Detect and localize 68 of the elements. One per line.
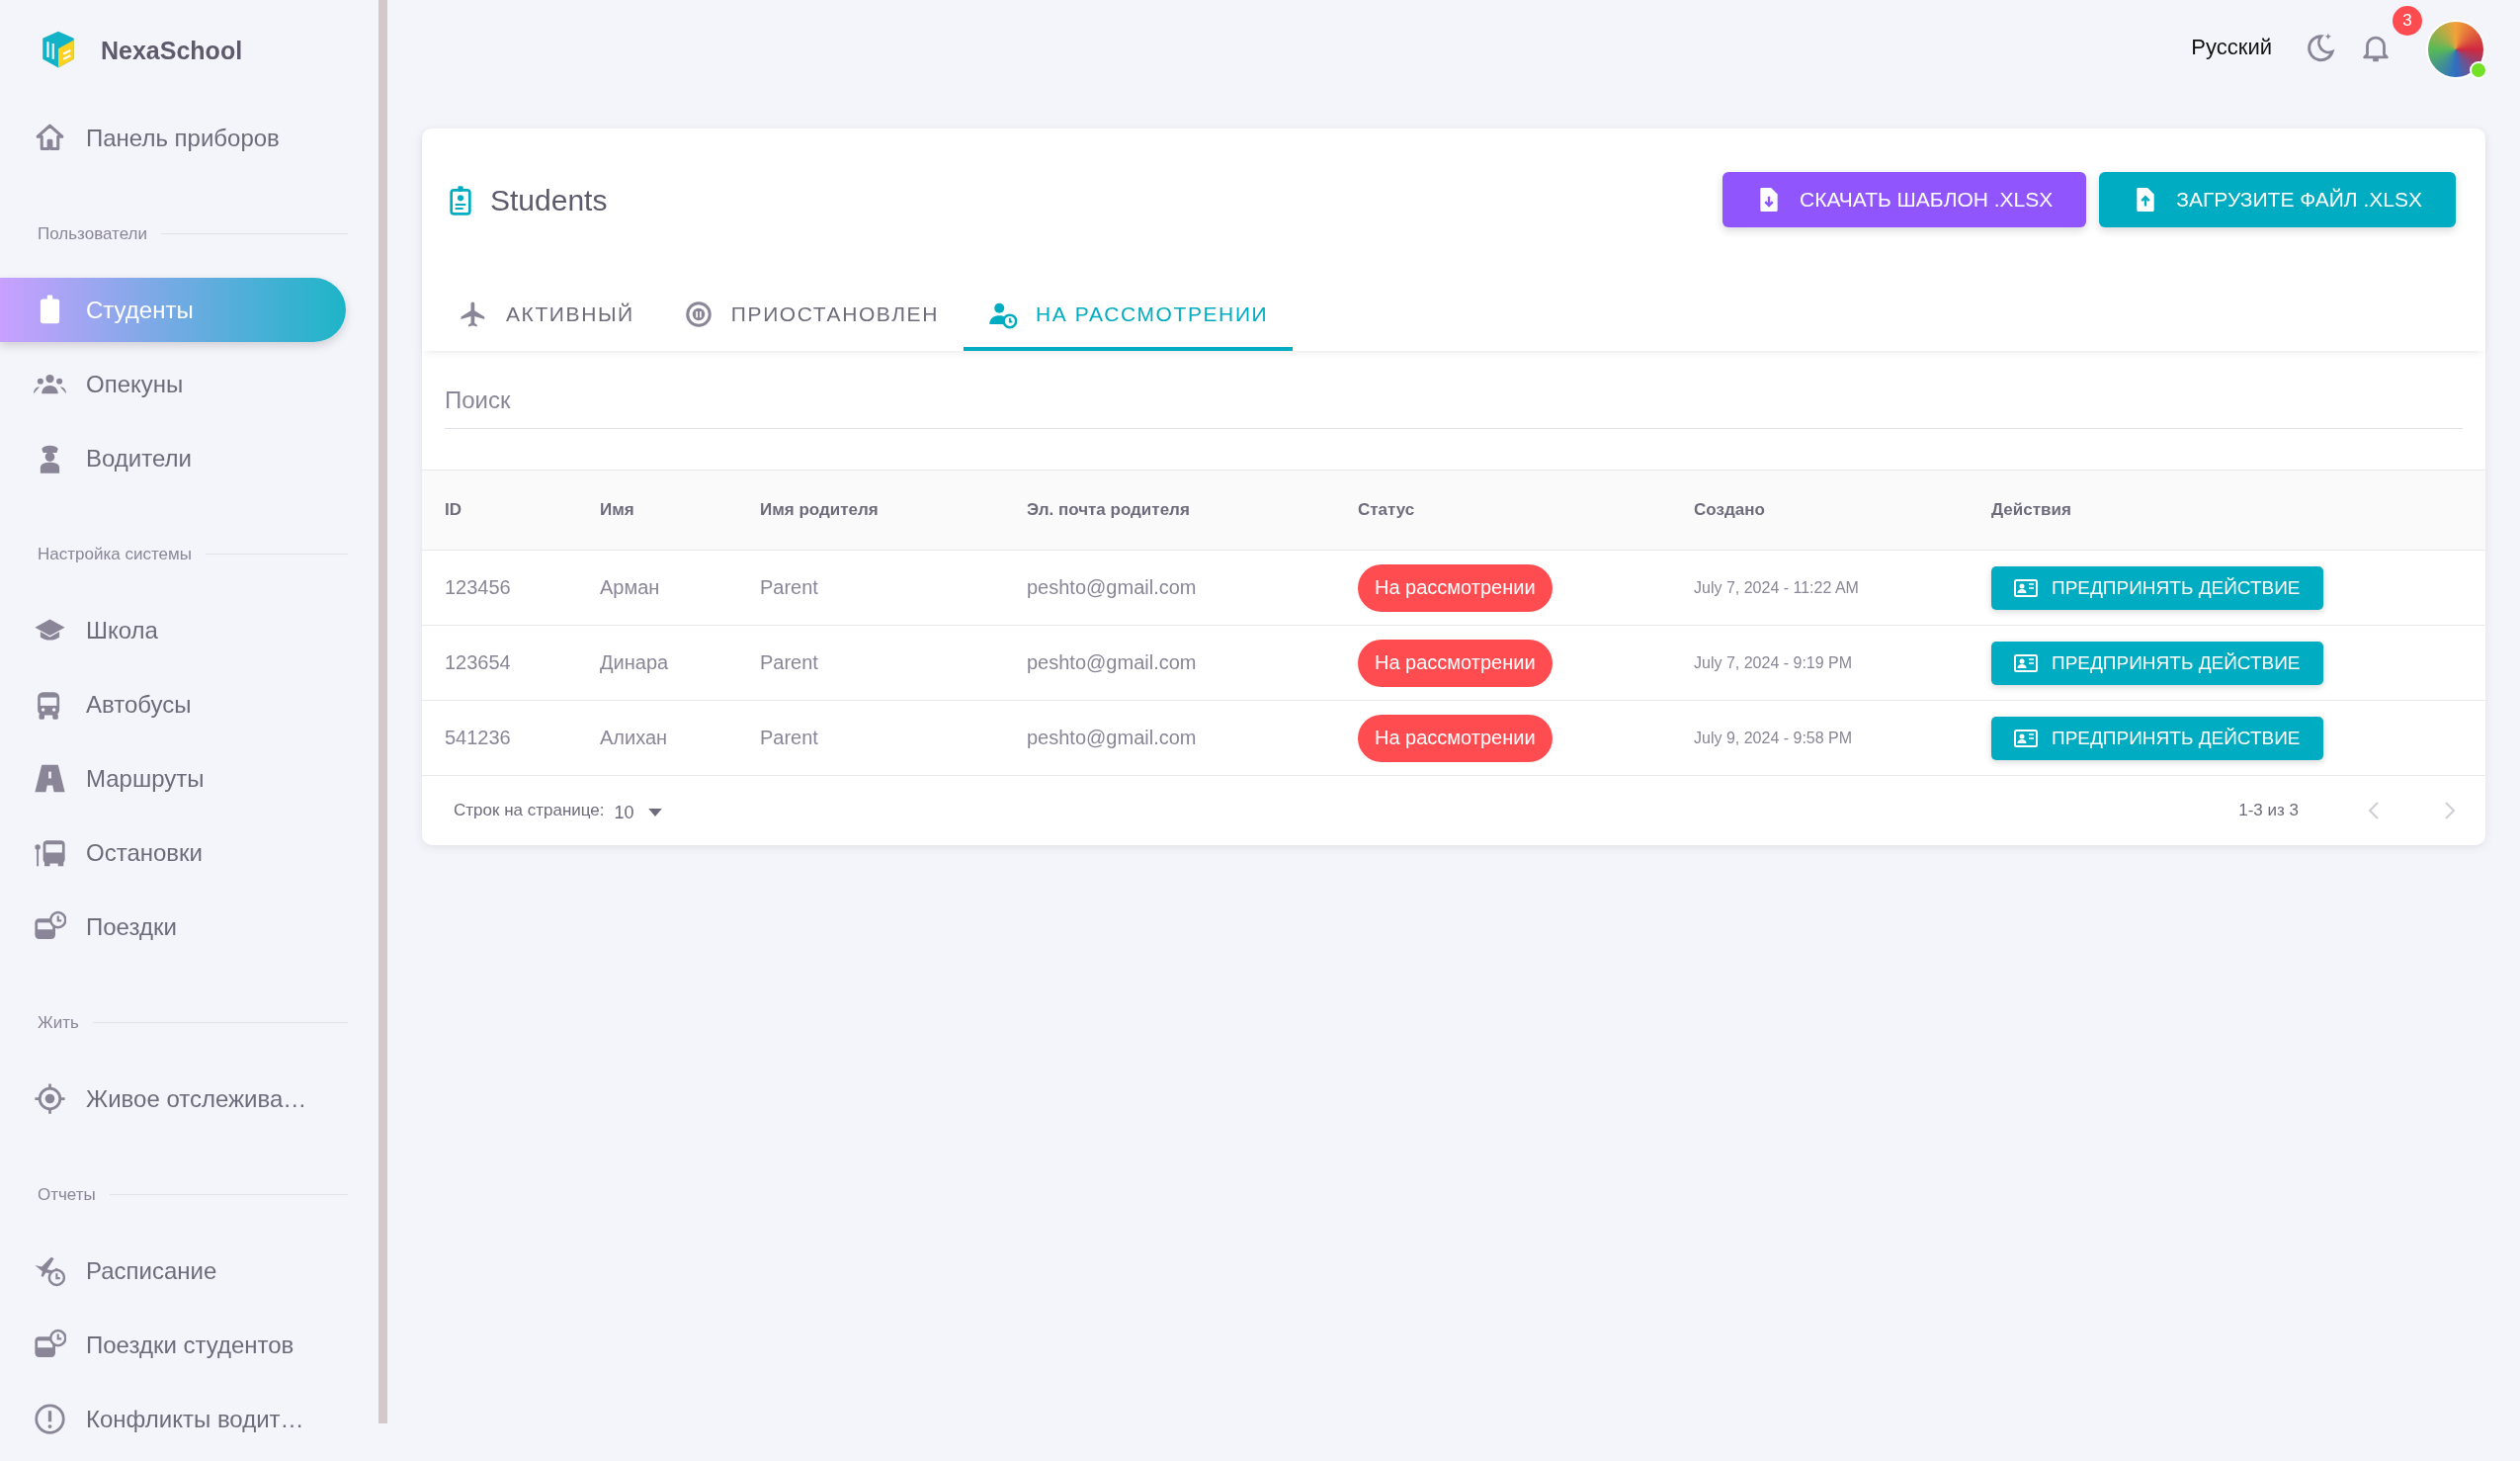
sidebar-item[interactable]: Поездки <box>0 895 346 959</box>
table-cell-text: July 7, 2024 - 9:19 PM <box>1694 653 1854 672</box>
plane-clock-icon <box>34 1254 66 1287</box>
section-label: Жить <box>38 1012 79 1033</box>
table-cell-text: 123456 <box>445 576 512 599</box>
page-title: Students <box>490 184 608 217</box>
sidebar-item[interactable]: Маршруты <box>0 746 346 811</box>
sidebar-item[interactable]: Студенты <box>0 278 346 342</box>
sidebar-item[interactable]: Живое отслежива… <box>0 1067 346 1131</box>
sidebar-scrollbar[interactable] <box>378 0 387 1423</box>
rows-per-page-select[interactable]: 10 <box>614 798 662 823</box>
column-header: Эл. почта родителя <box>1027 500 1191 520</box>
table-cell-text: peshto@gmail.com <box>1027 651 1198 674</box>
table-cell-text: July 9, 2024 - 9:58 PM <box>1694 729 1854 747</box>
column-header: Статус <box>1358 500 1416 520</box>
table-cell-text: Алихан <box>600 727 669 749</box>
table-cell-text: Parent <box>760 727 819 749</box>
rows-per-page-label: Строк на странице: <box>454 801 605 820</box>
contact-card-icon <box>2014 577 2038 598</box>
sidebar-item[interactable]: Панель приборов <box>0 106 346 170</box>
pause-circle-icon <box>683 300 714 329</box>
section-label: Отчеты <box>38 1184 96 1205</box>
column-header: Имя родителя <box>760 500 880 520</box>
language-button[interactable]: Русский <box>2191 28 2272 67</box>
tab[interactable]: ПРИОСТАНОВЛЕН <box>658 282 964 351</box>
sidebar-item[interactable]: Автобусы <box>0 672 346 736</box>
table-cell-text: 541236 <box>445 727 512 749</box>
tab[interactable]: НА РАССМОТРЕНИИ <box>964 282 1294 351</box>
column-header: Имя <box>600 500 635 520</box>
tab[interactable]: АКТИВНЫЙ <box>434 282 659 351</box>
sidebar-item[interactable]: Школа <box>0 598 346 662</box>
table-cell-text: Parent <box>760 576 819 599</box>
target-icon <box>34 1082 66 1115</box>
upload-button[interactable]: ЗАГРУЗИТЕ ФАЙЛ .XLSX <box>2099 172 2456 227</box>
online-dot <box>2470 61 2487 79</box>
sidebar-item[interactable]: Остановки <box>0 820 346 885</box>
notification-badge: 3 <box>2393 6 2422 36</box>
table-cell-text: Динара <box>600 651 670 674</box>
table-cell-text: July 7, 2024 - 11:22 AM <box>1694 578 1860 597</box>
sidebar-item[interactable]: Поездки студентов <box>0 1313 346 1377</box>
brand-name: NexaSchool <box>101 36 243 65</box>
section-label: Пользователи <box>38 223 147 244</box>
table-cell-text: peshto@gmail.com <box>1027 727 1198 749</box>
action-button[interactable]: ПРЕДПРИНЯТЬ ДЕЙСТВИЕ <box>1991 641 2323 685</box>
column-header: ID <box>445 500 462 520</box>
sidebar-item[interactable]: Расписание <box>0 1239 346 1303</box>
table-cell-text: peshto@gmail.com <box>1027 576 1198 599</box>
status-chip: На рассмотрении <box>1358 639 1553 687</box>
table-cell-text: Parent <box>760 651 819 674</box>
road-icon <box>34 762 66 795</box>
caret-icon <box>647 808 662 817</box>
status-chip: На рассмотрении <box>1358 563 1553 612</box>
download-button[interactable]: СКАЧАТЬ ШАБЛОН .XLSX <box>1722 172 2087 227</box>
table-cell-text: 123654 <box>445 651 512 674</box>
column-header: Создано <box>1694 500 1766 520</box>
column-header: Действия <box>1991 500 2072 520</box>
action-button[interactable]: ПРЕДПРИНЯТЬ ДЕЙСТВИЕ <box>1991 565 2323 610</box>
sidebar-item[interactable]: Конфликты водит… <box>0 1387 346 1451</box>
sidebar-item[interactable]: Опекуны <box>0 352 346 416</box>
contact-card-icon <box>2014 652 2038 673</box>
table-cell-text: Арман <box>600 576 661 599</box>
section-label: Настройка системы <box>38 544 192 564</box>
status-chip: На рассмотрении <box>1358 714 1553 762</box>
alert-circle-icon <box>34 1403 66 1435</box>
sidebar-item[interactable]: Водители <box>0 426 346 490</box>
action-button[interactable]: ПРЕДПРИНЯТЬ ДЕЙСТВИЕ <box>1991 716 2323 760</box>
contact-card-icon <box>2014 728 2038 748</box>
page-range: 1-3 из 3 <box>2238 801 2299 820</box>
